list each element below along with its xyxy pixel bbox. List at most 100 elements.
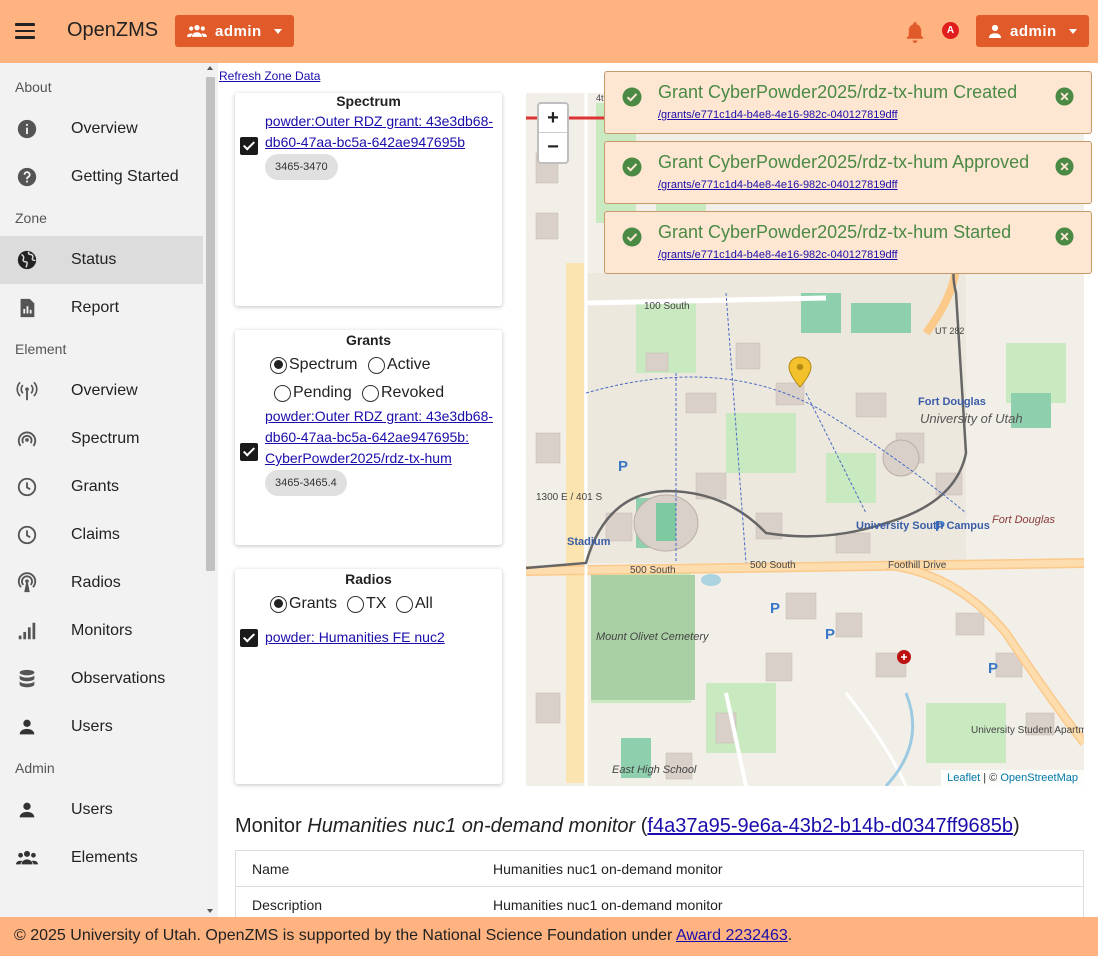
menu-icon[interactable] — [15, 23, 35, 39]
sidebar-section-about: About — [15, 79, 52, 95]
radio-unselected[interactable] — [368, 356, 385, 374]
sidebar-item-about-overview[interactable]: Overview — [0, 105, 203, 153]
close-icon[interactable] — [1055, 227, 1074, 246]
radio-selected[interactable] — [270, 595, 287, 613]
grants-filter-pending[interactable]: Pending — [274, 384, 352, 402]
sidebar-item-element-users[interactable]: Users — [0, 703, 203, 751]
toast-link[interactable]: /grants/e771c1d4-b4e8-4e16-982c-04012781… — [658, 249, 898, 261]
sidebar-item-label: Getting Started — [71, 168, 179, 185]
radio-unselected[interactable] — [362, 384, 379, 402]
sidebar-item-element-observations[interactable]: Observations — [0, 655, 203, 703]
person-icon — [988, 24, 1002, 38]
row-value: Humanities nuc1 on-demand monitor — [493, 897, 723, 913]
leaflet-link[interactable]: Leaflet — [947, 772, 980, 784]
sidebar-item-label: Radios — [71, 574, 121, 591]
clock-icon — [16, 524, 38, 546]
spectrum-grant-link[interactable]: powder:Outer RDZ grant: 43e3db68-db60-47… — [265, 111, 500, 153]
sidebar-item-admin-elements[interactable]: Elements — [0, 834, 203, 882]
monitor-id-link[interactable]: f4a37a95-9e6a-43b2-b14b-d0347ff9685b — [647, 815, 1013, 837]
spectrum-grant-checkbox[interactable] — [240, 137, 258, 155]
radio-selected[interactable] — [270, 356, 287, 374]
radios-filter-tx-label: TX — [366, 595, 387, 612]
scroll-up-arrow[interactable] — [207, 66, 213, 70]
grants-card: Grants Spectrum Active Pending Revoked p… — [235, 330, 502, 545]
bell-icon[interactable] — [905, 21, 925, 43]
report-icon — [16, 297, 38, 319]
radios-filter-tx[interactable]: TX — [347, 595, 386, 613]
sidebar-item-element-grants[interactable]: Grants — [0, 463, 203, 511]
close-icon[interactable] — [1055, 87, 1074, 106]
grants-filter-active[interactable]: Active — [368, 356, 431, 374]
radio-unselected[interactable] — [274, 384, 291, 402]
sidebar-item-label: Observations — [71, 670, 166, 687]
spectrum-icon — [16, 428, 38, 450]
sidebar-item-element-spectrum[interactable]: Spectrum — [0, 415, 203, 463]
footer: © 2025 University of Utah. OpenZMS is su… — [0, 917, 1098, 956]
sidebar-scrollbar[interactable] — [203, 63, 218, 917]
sidebar-item-zone-status[interactable]: Status — [0, 236, 203, 284]
help-icon — [16, 166, 38, 188]
radio-unselected[interactable] — [396, 595, 413, 613]
sidebar-item-admin-users[interactable]: Users — [0, 786, 203, 834]
antenna-icon — [16, 380, 38, 402]
sidebar-item-label: Users — [71, 801, 113, 818]
toast-title: Grant CyberPowder2025/rdz-tx-hum Approve… — [658, 152, 1030, 172]
radio-unselected[interactable] — [347, 595, 364, 613]
svg-text:P: P — [618, 458, 628, 475]
monitor-close-paren: ) — [1012, 815, 1020, 837]
sidebar-item-zone-report[interactable]: Report — [0, 284, 203, 332]
zoom-out-button[interactable]: − — [539, 133, 567, 162]
map-label-ut-282: UT 282 — [935, 326, 964, 336]
toast-link[interactable]: /grants/e771c1d4-b4e8-4e16-982c-04012781… — [658, 109, 898, 121]
zoom-in-button[interactable]: + — [539, 104, 567, 133]
database-icon — [16, 668, 38, 690]
map-zoom-control: + − — [537, 102, 569, 164]
sidebar-item-label: Claims — [71, 526, 120, 543]
map-label-500-south: 500 South — [750, 560, 796, 571]
award-link[interactable]: Award 2232463 — [676, 927, 788, 944]
grants-filter-revoked-label: Revoked — [381, 384, 445, 401]
toast-title: Grant CyberPowder2025/rdz-tx-hum Created — [658, 82, 1018, 102]
map-label-university-south-campus: University South Campus — [856, 520, 990, 532]
sidebar-item-label: Users — [71, 718, 113, 735]
grant-link[interactable]: powder:Outer RDZ grant: 43e3db68-db60-47… — [265, 406, 500, 469]
clock-icon — [16, 476, 38, 498]
spectrum-card-title: Spectrum — [336, 93, 401, 109]
toast-grant-started: Grant CyberPowder2025/rdz-tx-hum Started… — [604, 211, 1092, 274]
svg-text:P: P — [770, 600, 780, 617]
user-menu-button[interactable]: admin — [976, 15, 1089, 47]
radios-card-title: Radios — [345, 571, 392, 587]
radio-link[interactable]: powder: Humanities FE nuc2 — [265, 627, 500, 648]
radio-tower-icon — [16, 572, 38, 594]
monitor-name: Humanities nuc1 on-demand monitor — [307, 815, 636, 837]
top-app-bar: OpenZMS admin A admin — [0, 0, 1098, 63]
group-icon — [187, 25, 207, 37]
grants-filter-revoked[interactable]: Revoked — [362, 384, 444, 402]
map-label-mount-olivet: Mount Olivet Cemetery — [596, 631, 710, 643]
person-icon — [16, 799, 38, 821]
sidebar-item-element-monitors[interactable]: Monitors — [0, 607, 203, 655]
scroll-down-arrow[interactable] — [207, 909, 213, 913]
spectrum-card: Spectrum powder:Outer RDZ grant: 43e3db6… — [235, 93, 502, 306]
signal-bars-icon — [16, 620, 38, 642]
openstreetmap-link[interactable]: OpenStreetMap — [1000, 772, 1078, 784]
element-selector-button[interactable]: admin — [175, 15, 294, 47]
sidebar-item-element-radios[interactable]: Radios — [0, 559, 203, 607]
radios-filter-grants-label: Grants — [289, 595, 338, 612]
element-selector-label: admin — [215, 22, 262, 40]
scrollbar-thumb[interactable] — [206, 77, 215, 571]
sidebar-item-about-getting-started[interactable]: Getting Started — [0, 153, 203, 201]
monitor-heading: Monitor Humanities nuc1 on-demand monito… — [235, 815, 1020, 838]
toast-link[interactable]: /grants/e771c1d4-b4e8-4e16-982c-04012781… — [658, 179, 898, 191]
sidebar-item-element-overview[interactable]: Overview — [0, 367, 203, 415]
close-icon[interactable] — [1055, 157, 1074, 176]
radios-filter-grants[interactable]: Grants — [270, 595, 337, 613]
radios-filter-all[interactable]: All — [396, 595, 433, 613]
radio-checkbox[interactable] — [240, 629, 258, 647]
grant-checkbox[interactable] — [240, 443, 258, 461]
map-label-fort-douglas-historic: Fort Douglas — [992, 514, 1055, 526]
refresh-zone-data-link[interactable]: Refresh Zone Data — [219, 69, 320, 83]
grants-filter-spectrum[interactable]: Spectrum — [270, 356, 357, 374]
map-label-east-high: East High School — [612, 764, 697, 776]
sidebar-item-element-claims[interactable]: Claims — [0, 511, 203, 559]
